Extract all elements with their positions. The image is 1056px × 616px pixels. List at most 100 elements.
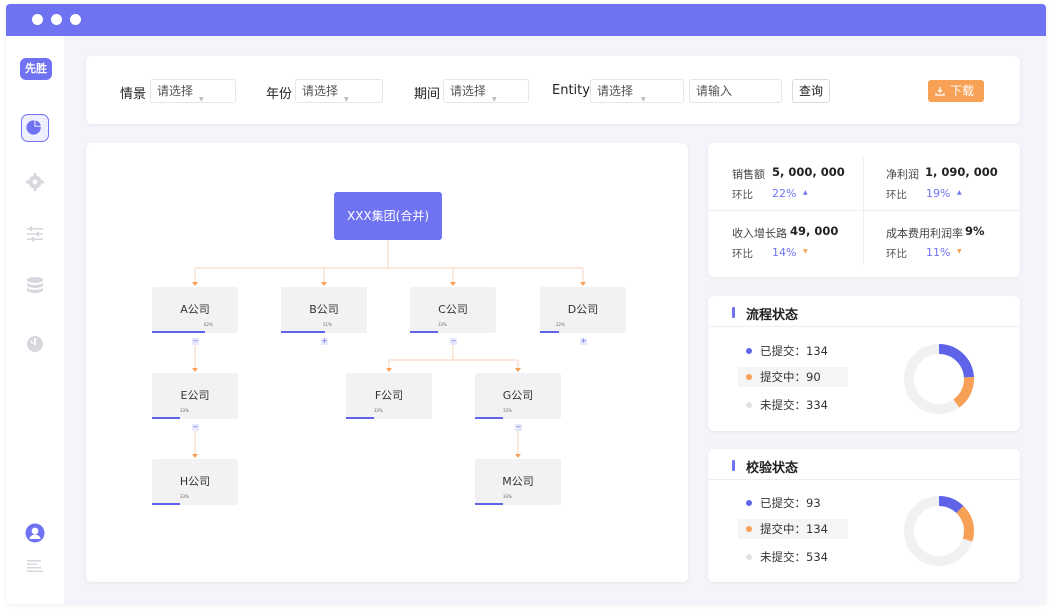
node-percent: 33% bbox=[180, 494, 189, 499]
node-percent: 33% bbox=[374, 408, 383, 413]
validation-status-item: 已提交：93 bbox=[738, 493, 848, 513]
org-node-b[interactable]: B公司 51% bbox=[281, 287, 367, 333]
node-percent: 33% bbox=[438, 322, 447, 327]
trend-up-icon: ▲ bbox=[957, 189, 962, 196]
node-label: F公司 bbox=[374, 389, 404, 402]
node-label: G公司 bbox=[502, 389, 534, 402]
query-button[interactable]: 查询 bbox=[792, 79, 830, 103]
revenue-growth-compare-value: 14% bbox=[772, 246, 797, 259]
sales-value: 5, 000, 000 bbox=[772, 165, 845, 179]
sidebar-item-dashboard[interactable] bbox=[21, 114, 49, 142]
collapse-toggle-e[interactable]: − bbox=[192, 424, 199, 431]
status-dot-submitting bbox=[746, 374, 752, 380]
sliders-icon bbox=[27, 226, 43, 242]
cost-profit-rate-compare-label: 环比 bbox=[886, 248, 907, 260]
download-icon bbox=[935, 87, 945, 96]
status-label: 提交中：134 bbox=[760, 522, 828, 536]
section-accent-bar bbox=[732, 460, 735, 471]
node-progress-bar bbox=[540, 331, 559, 333]
node-label: C公司 bbox=[438, 303, 468, 316]
metrics-divider-vertical bbox=[863, 157, 864, 265]
org-node-f[interactable]: F公司 33% bbox=[346, 373, 432, 419]
year-select-value: 请选择 bbox=[302, 84, 339, 98]
database-icon bbox=[27, 277, 43, 293]
node-percent: 33% bbox=[503, 494, 512, 499]
chevron-down-icon: ▼ bbox=[492, 96, 497, 103]
node-progress-bar bbox=[346, 417, 375, 419]
status-dot-submitting bbox=[746, 526, 752, 532]
org-node-h[interactable]: H公司 33% bbox=[152, 459, 238, 505]
status-dot-unsubmitted bbox=[746, 554, 752, 560]
validation-status-donut bbox=[904, 496, 974, 566]
org-node-e[interactable]: E公司 33% bbox=[152, 373, 238, 419]
gauge-icon bbox=[27, 336, 43, 352]
collapse-toggle-a[interactable]: − bbox=[192, 338, 199, 345]
node-label: B公司 bbox=[309, 303, 339, 316]
node-label: M公司 bbox=[502, 475, 534, 488]
validation-status-item-highlighted: 提交中：134 bbox=[738, 519, 848, 539]
org-node-g[interactable]: G公司 33% bbox=[475, 373, 561, 419]
process-status-card: 流程状态 已提交：134 提交中：90 未提交：334 bbox=[708, 296, 1020, 431]
validation-status-item: 未提交：534 bbox=[738, 547, 848, 567]
period-select[interactable]: 请选择 ▼ bbox=[443, 79, 529, 103]
validation-status-card: 校验状态 已提交：93 提交中：134 未提交：534 bbox=[708, 449, 1020, 582]
sidebar-item-analytics[interactable] bbox=[23, 332, 47, 356]
sidebar-user[interactable] bbox=[23, 521, 47, 545]
revenue-growth-label: 收入增长路 bbox=[732, 227, 787, 240]
expand-toggle-b[interactable]: + bbox=[321, 338, 328, 345]
node-label: A公司 bbox=[180, 303, 210, 316]
status-label: 未提交：534 bbox=[760, 550, 828, 564]
sales-compare-value: 22% bbox=[772, 187, 797, 200]
sidebar-item-filters[interactable] bbox=[23, 222, 47, 246]
sidebar-menu[interactable] bbox=[23, 554, 47, 578]
collapse-toggle-c[interactable]: − bbox=[450, 338, 457, 345]
process-status-title: 流程状态 bbox=[746, 308, 799, 323]
node-progress-bar bbox=[152, 331, 206, 333]
year-select[interactable]: 请选择 ▼ bbox=[295, 79, 383, 103]
scene-select[interactable]: 请选择 ▼ bbox=[150, 79, 236, 103]
process-status-donut bbox=[904, 344, 974, 414]
net-profit-compare-value: 19% bbox=[926, 187, 951, 200]
window-dot-2[interactable] bbox=[51, 14, 62, 25]
org-node-d[interactable]: D公司 22% bbox=[540, 287, 626, 333]
net-profit-compare-label: 环比 bbox=[886, 189, 907, 201]
section-divider bbox=[708, 326, 1020, 327]
process-status-item-highlighted: 提交中：90 bbox=[738, 367, 848, 387]
menu-lines-icon bbox=[27, 560, 43, 572]
status-label: 已提交：93 bbox=[760, 496, 821, 510]
process-status-item: 未提交：334 bbox=[738, 395, 848, 415]
trend-up-icon: ▲ bbox=[803, 189, 808, 196]
period-select-value: 请选择 bbox=[450, 84, 487, 98]
org-node-a[interactable]: A公司 62% bbox=[152, 287, 238, 333]
node-percent: 62% bbox=[204, 322, 213, 327]
node-progress-bar bbox=[152, 503, 181, 505]
sidebar-item-database[interactable] bbox=[23, 274, 47, 298]
org-node-c[interactable]: C公司 33% bbox=[410, 287, 496, 333]
download-label: 下载 bbox=[950, 84, 975, 98]
node-percent: 51% bbox=[323, 322, 332, 327]
sidebar: 先胜 bbox=[6, 36, 64, 604]
year-label: 年份 bbox=[266, 87, 293, 102]
revenue-growth-value: 49, 000 bbox=[790, 224, 839, 238]
status-dot-submitted bbox=[746, 348, 752, 354]
metrics-card: 销售额 5, 000, 000 环比 22% ▲ 净利润 1, 090, 000… bbox=[708, 143, 1020, 277]
trend-down-icon: ▼ bbox=[957, 248, 962, 255]
node-progress-bar bbox=[410, 331, 439, 333]
collapse-toggle-g[interactable]: − bbox=[515, 424, 522, 431]
window-dot-3[interactable] bbox=[70, 14, 81, 25]
expand-toggle-d[interactable]: + bbox=[580, 338, 587, 345]
period-label: 期间 bbox=[414, 87, 441, 102]
download-button[interactable]: 下载 bbox=[928, 80, 984, 102]
node-progress-bar bbox=[475, 417, 504, 419]
sales-label: 销售额 bbox=[732, 168, 765, 181]
sidebar-item-settings[interactable] bbox=[23, 170, 47, 194]
cost-profit-rate-label: 成本费用利润率 bbox=[886, 227, 963, 240]
node-progress-bar bbox=[475, 503, 504, 505]
window-dot-1[interactable] bbox=[32, 14, 43, 25]
org-node-root[interactable]: XXX集团(合并) bbox=[334, 192, 442, 240]
entity-select[interactable]: 请选择 ▼ bbox=[590, 79, 684, 103]
text-input[interactable]: 请输入 bbox=[689, 79, 782, 103]
status-label: 未提交：334 bbox=[760, 398, 828, 412]
org-node-m[interactable]: M公司 33% bbox=[475, 459, 561, 505]
status-dot-unsubmitted bbox=[746, 402, 752, 408]
